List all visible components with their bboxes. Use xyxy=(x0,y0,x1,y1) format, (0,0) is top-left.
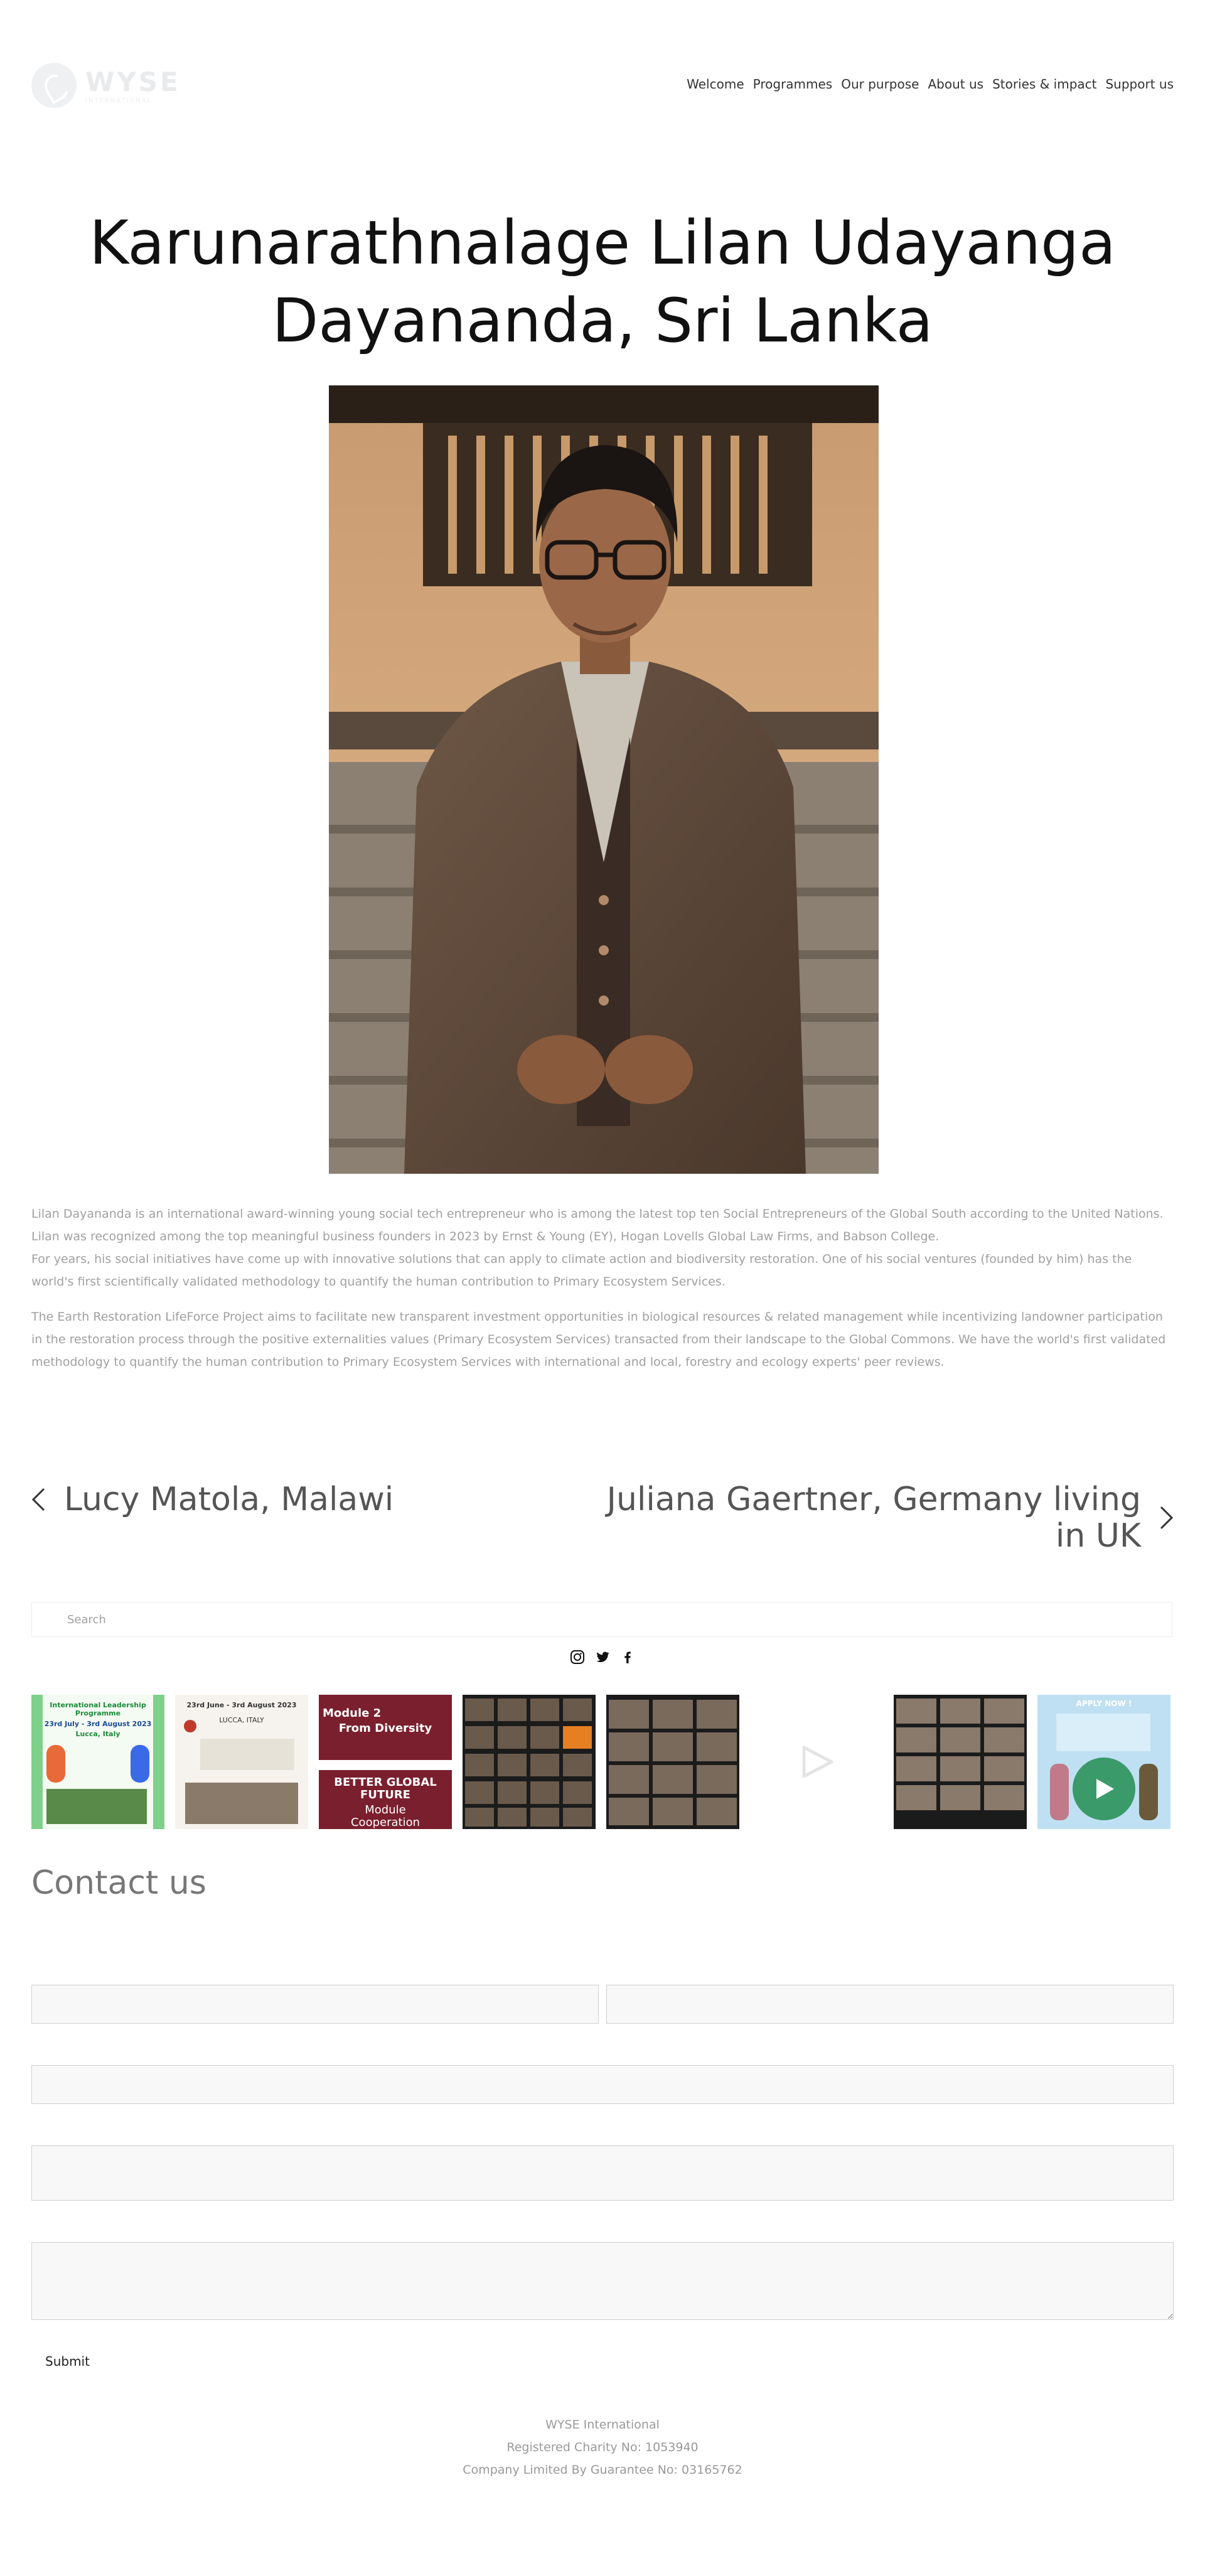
instagram-post-video-call-2[interactable] xyxy=(606,1695,739,1829)
next-post-link[interactable]: Juliana Gaertner, Germany living in UK xyxy=(576,1481,1174,1554)
page-title: Karunarathnalage Lilan Udayanga Dayanand… xyxy=(89,208,1116,356)
tile-text: Module xyxy=(365,1803,406,1817)
logo-text: WYSE xyxy=(85,67,181,97)
site-footer: WYSE International Registered Charity No… xyxy=(0,2413,1205,2481)
tile-text: International Leadership Programme xyxy=(50,1701,146,1717)
search-input[interactable] xyxy=(32,1602,1172,1636)
tile-text: Module 2 xyxy=(323,1707,382,1720)
facebook-icon[interactable] xyxy=(620,1650,635,1665)
bio-line: For years, his social initiatives have c… xyxy=(31,1252,1132,1289)
play-icon xyxy=(802,1746,833,1778)
submit-button[interactable]: Submit xyxy=(31,2348,107,2375)
previous-post-title: Lucy Matola, Malawi xyxy=(64,1481,394,1518)
social-links xyxy=(0,1650,1205,1665)
tile-text: Cooperation xyxy=(350,1816,420,1829)
nav-welcome[interactable]: Welcome xyxy=(687,77,744,92)
tile-text: Lucca, Italy xyxy=(75,1730,120,1738)
bio-paragraph: The Earth Restoration LifeForce Project … xyxy=(31,1310,1166,1369)
tile-text: 23rd June - 3rd August 2023 xyxy=(186,1701,297,1709)
site-header: WYSE INTERNATIONAL Welcome Programmes Ou… xyxy=(0,0,1205,176)
footer-org-name: WYSE International xyxy=(545,2418,660,2432)
footer-charity-number: Registered Charity No: 1053940 xyxy=(506,2440,699,2454)
nav-our-purpose[interactable]: Our purpose xyxy=(841,77,919,92)
logo-icon xyxy=(31,63,77,108)
play-icon xyxy=(1096,1779,1114,1799)
tile-text: BETTER GLOBAL FUTURE xyxy=(334,1776,437,1801)
instagram-post-video-call-1[interactable] xyxy=(463,1695,596,1829)
nav-stories-impact[interactable]: Stories & impact xyxy=(992,77,1096,92)
chevron-left-icon xyxy=(31,1488,45,1511)
twitter-icon[interactable] xyxy=(595,1650,610,1665)
instagram-post-video[interactable] xyxy=(750,1695,883,1829)
tile-text: LUCCA, ITALY xyxy=(219,1716,264,1724)
tile-text: From Diversity xyxy=(338,1722,432,1735)
instagram-post-leadership-programme[interactable]: International Leadership Programme 23rd … xyxy=(31,1695,164,1829)
instagram-post-dates[interactable]: 23rd June - 3rd August 2023 LUCCA, ITALY xyxy=(175,1695,308,1829)
instagram-post-apply-now[interactable]: APPLY NOW ! xyxy=(1037,1695,1170,1829)
chevron-right-icon xyxy=(1160,1506,1174,1530)
next-post-title: Juliana Gaertner, Germany living in UK xyxy=(606,1481,1141,1555)
bio-text: Lilan Dayananda is an international awar… xyxy=(31,1203,1174,1386)
bio-line: Lilan Dayananda is an international awar… xyxy=(31,1207,1164,1243)
last-name-field[interactable] xyxy=(606,1985,1174,2024)
nav-support-us[interactable]: Support us xyxy=(1105,77,1174,92)
search-box xyxy=(31,1602,1172,1637)
previous-post-link[interactable]: Lucy Matola, Malawi xyxy=(31,1481,394,1518)
tile-text: 23rd July - 3rd August 2023 xyxy=(44,1720,152,1728)
email-field[interactable] xyxy=(31,2065,1174,2104)
instagram-feed: International Leadership Programme 23rd … xyxy=(31,1695,1174,1829)
bio-paragraph: Lilan Dayananda is an international awar… xyxy=(31,1203,1174,1293)
site-logo[interactable]: WYSE INTERNATIONAL xyxy=(31,63,181,108)
logo-subtext: INTERNATIONAL xyxy=(85,97,153,104)
nav-about-us[interactable]: About us xyxy=(928,77,983,92)
instagram-post-video-call-3[interactable] xyxy=(894,1695,1027,1829)
portrait-photo xyxy=(329,385,879,1174)
contact-title: Contact us xyxy=(31,1864,206,1902)
post-navigation: Lucy Matola, Malawi Juliana Gaertner, Ge… xyxy=(31,1481,1174,1557)
footer-company-number: Company Limited By Guarantee No: 0316576… xyxy=(463,2463,742,2477)
first-name-field[interactable] xyxy=(31,1985,599,2024)
subject-field[interactable] xyxy=(31,2145,1174,2201)
main-nav: Welcome Programmes Our purpose About us … xyxy=(687,77,1174,92)
nav-programmes[interactable]: Programmes xyxy=(753,77,833,92)
instagram-post-module[interactable]: Module 2 From Diversity BETTER GLOBAL FU… xyxy=(319,1695,452,1829)
message-field[interactable] xyxy=(31,2242,1174,2320)
logo-wordmark: WYSE INTERNATIONAL xyxy=(85,67,181,104)
instagram-icon[interactable] xyxy=(570,1650,585,1665)
